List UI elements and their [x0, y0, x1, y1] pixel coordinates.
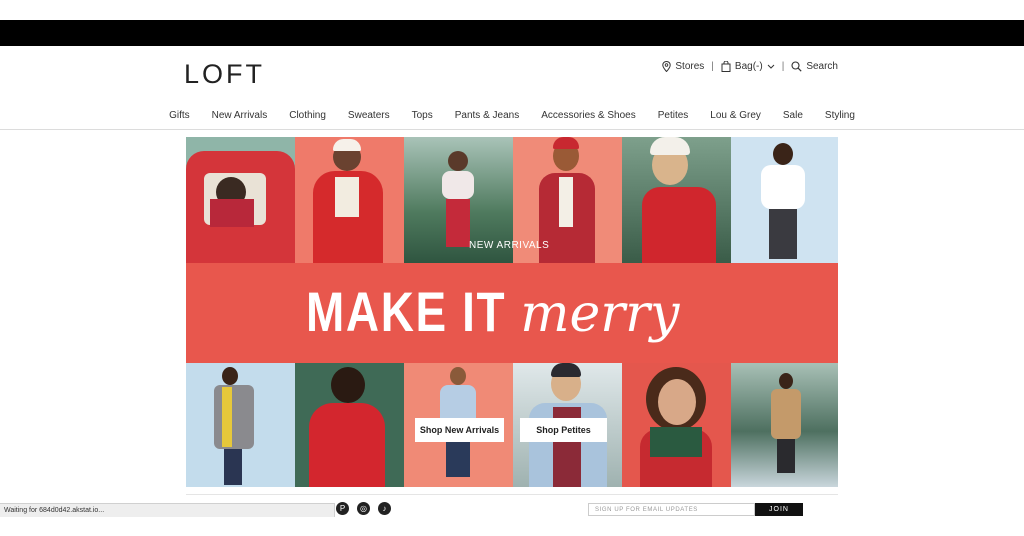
main-nav: Gifts New Arrivals Clothing Sweaters Top…: [0, 110, 1024, 121]
search-link[interactable]: Search: [806, 61, 838, 72]
site-header: LOFT Stores | Bag(-) | Search Gifts New …: [0, 46, 1024, 130]
photo-tile-grey-coat: [186, 363, 295, 487]
photo-tile-red-coat: [622, 137, 731, 263]
window-top-strip: [0, 0, 1024, 20]
utility-nav: Stores | Bag(-) | Search: [662, 61, 838, 72]
shop-petites-button[interactable]: Shop Petites: [520, 418, 607, 442]
nav-petites[interactable]: Petites: [647, 110, 700, 121]
nav-new-arrivals[interactable]: New Arrivals: [201, 110, 279, 121]
nav-clothing[interactable]: Clothing: [278, 110, 337, 121]
headline-script: merry: [520, 284, 680, 344]
nav-tops[interactable]: Tops: [401, 110, 444, 121]
email-signup-input[interactable]: SIGN UP FOR EMAIL UPDATES: [588, 503, 755, 516]
photo-tile-white-blouse: [731, 137, 838, 263]
nav-lou-grey[interactable]: Lou & Grey: [699, 110, 772, 121]
nav-sweaters[interactable]: Sweaters: [337, 110, 401, 121]
new-arrivals-overlay: NEW ARRIVALS: [469, 240, 550, 251]
bag-link[interactable]: Bag(-): [735, 61, 763, 72]
utility-divider: |: [781, 61, 785, 72]
nav-gifts[interactable]: Gifts: [158, 110, 201, 121]
photo-tile-red-truck: [186, 137, 295, 263]
chevron-down-icon[interactable]: [767, 64, 775, 70]
promo-bar: [0, 20, 1024, 46]
footer-divider: [186, 494, 838, 495]
social-links: P ◎ ♪: [336, 502, 391, 515]
browser-status-bar: Waiting for 684d0d42.akstat.io...: [0, 503, 335, 517]
nav-accessories-shoes[interactable]: Accessories & Shoes: [530, 110, 647, 121]
location-pin-icon: [662, 61, 672, 72]
stores-link[interactable]: Stores: [675, 61, 704, 72]
shop-new-arrivals-button[interactable]: Shop New Arrivals: [415, 418, 504, 442]
tiktok-icon[interactable]: ♪: [378, 502, 391, 515]
utility-divider: |: [711, 61, 714, 72]
loft-logo[interactable]: LOFT: [184, 59, 265, 90]
photo-tile-sherpa: [295, 363, 404, 487]
photo-tile-puffer: [295, 137, 404, 263]
search-icon[interactable]: [791, 61, 802, 72]
photo-tile-camel-coat: [731, 363, 838, 487]
photo-tile-scarf: [622, 363, 731, 487]
bag-icon: [721, 61, 731, 72]
headline-bold: MAKE IT: [306, 280, 507, 343]
nav-pants-jeans[interactable]: Pants & Jeans: [444, 110, 530, 121]
hero-banner[interactable]: NEW ARRIVALS MAKE IT merry Shop New Arri…: [186, 137, 838, 487]
make-it-merry-banner: MAKE IT merry: [186, 263, 838, 363]
join-button[interactable]: JOIN: [755, 503, 803, 516]
pinterest-icon[interactable]: P: [336, 502, 349, 515]
instagram-icon[interactable]: ◎: [357, 502, 370, 515]
nav-sale[interactable]: Sale: [772, 110, 814, 121]
nav-styling[interactable]: Styling: [814, 110, 866, 121]
